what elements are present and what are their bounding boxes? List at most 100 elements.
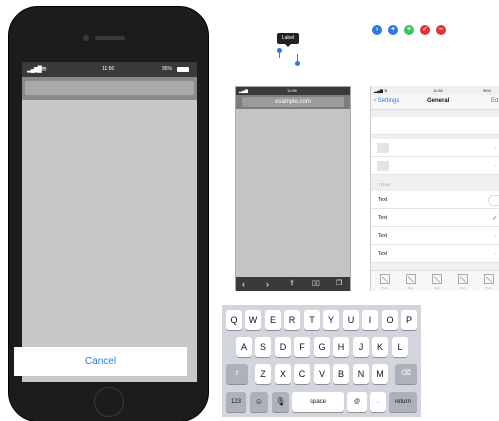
toggle-switch[interactable] — [488, 195, 499, 206]
address-field[interactable] — [25, 81, 194, 95]
space-key[interactable]: space — [292, 392, 344, 412]
dot-key[interactable]: . — [370, 392, 386, 412]
label-tooltip: Label — [277, 33, 299, 47]
tab-placeholder-icon[interactable] — [484, 274, 494, 284]
key-v[interactable]: V — [314, 364, 330, 384]
key-d[interactable]: D — [275, 337, 291, 357]
delete-key-icon[interactable]: ⌫ — [395, 364, 417, 384]
wifi-icon: ≋ — [41, 66, 47, 73]
arrow-right-circle-icon[interactable]: › — [372, 25, 382, 35]
key-e[interactable]: E — [265, 310, 281, 330]
edit-button[interactable]: Ed — [491, 98, 498, 104]
settings-group: Text Text ✓ Text › Text › — [371, 191, 499, 263]
speaker-grille — [95, 36, 125, 40]
key-q[interactable]: Q — [226, 310, 242, 330]
plus-circle-icon[interactable]: + — [388, 25, 398, 35]
browser-toolbar: ‹ › ⇪ ▯▯ ❐ — [236, 277, 350, 291]
key-f[interactable]: F — [294, 337, 310, 357]
tab-label: Text — [408, 286, 414, 290]
key-x[interactable]: X — [275, 364, 291, 384]
at-key[interactable]: @ — [347, 392, 367, 412]
key-n[interactable]: N — [353, 364, 369, 384]
status-time: 11:56 — [433, 88, 443, 93]
key-p[interactable]: P — [401, 310, 417, 330]
minus-circle-icon[interactable]: – — [436, 25, 446, 35]
url-field[interactable]: example.com — [242, 97, 344, 107]
thumbnail — [377, 161, 389, 171]
row-label: Text — [378, 233, 388, 239]
bookmarks-icon[interactable]: ▯▯ — [312, 278, 320, 290]
tab-placeholder-icon[interactable] — [458, 274, 468, 284]
add-circle-icon[interactable]: + — [404, 25, 414, 35]
pin-handle-icon[interactable] — [277, 48, 282, 53]
key-r[interactable]: R — [284, 310, 300, 330]
tab-placeholder-icon[interactable] — [432, 274, 442, 284]
pin-handle-icon[interactable] — [295, 61, 300, 66]
pin-stem — [297, 54, 298, 61]
status-time: 11:56 — [287, 88, 297, 93]
settings-group: › › — [371, 139, 499, 175]
key-k[interactable]: K — [372, 337, 388, 357]
check-circle-icon[interactable]: ✓ — [420, 25, 430, 35]
key-b[interactable]: B — [333, 364, 349, 384]
list-item[interactable] — [371, 117, 499, 135]
camera-icon — [83, 35, 89, 41]
key-j[interactable]: J — [353, 337, 369, 357]
list-item[interactable]: Text ✓ — [371, 209, 499, 227]
back-icon[interactable]: ‹ — [242, 278, 245, 290]
return-key[interactable]: return — [389, 392, 417, 412]
tab-label: Text — [460, 286, 466, 290]
back-button[interactable]: ‹ Settings — [374, 98, 399, 104]
status-bar: ▂▄▆ ≋ 11:56 96% — [371, 86, 499, 95]
key-a[interactable]: A — [236, 337, 252, 357]
list-item[interactable]: Text — [371, 191, 499, 209]
browser-screen: ▂▄▆ 11:56 example.com ‹ › ⇪ ▯▯ ❐ — [235, 86, 351, 291]
battery-percent: 95% — [162, 66, 173, 72]
section-header: TITLE — [378, 182, 391, 187]
key-t[interactable]: T — [304, 310, 320, 330]
key-l[interactable]: L — [392, 337, 408, 357]
key-c[interactable]: C — [294, 364, 310, 384]
row-label: Text — [378, 197, 388, 203]
tabs-icon[interactable]: ❐ — [336, 278, 342, 290]
microphone-key-icon[interactable]: 🎙 — [272, 392, 289, 412]
numbers-key[interactable]: 123 — [226, 392, 246, 412]
shift-key[interactable]: ⇧ — [226, 364, 248, 384]
key-z[interactable]: Z — [255, 364, 271, 384]
tab-label: Text — [434, 286, 440, 290]
keyboard: Q W E R T Y U I O P A S D F G H J K L ⇧ … — [222, 305, 421, 417]
status-bar: ▂▄▆ 11:56 — [236, 87, 350, 95]
list-item[interactable]: Text › — [371, 227, 499, 245]
navigation-bar: ‹ Settings General Ed — [371, 95, 499, 110]
address-bar — [22, 77, 197, 100]
row-label: Text — [378, 251, 388, 257]
key-s[interactable]: S — [255, 337, 271, 357]
share-icon[interactable]: ⇪ — [289, 278, 295, 290]
key-u[interactable]: U — [343, 310, 359, 330]
emoji-key-icon[interactable]: ☺ — [250, 392, 268, 412]
key-i[interactable]: I — [362, 310, 378, 330]
chevron-right-icon: › — [494, 251, 496, 257]
cancel-button[interactable]: Cancel — [14, 347, 187, 376]
home-button[interactable] — [94, 387, 124, 417]
list-item[interactable]: › — [371, 139, 499, 157]
tab-label: Text — [486, 286, 492, 290]
key-y[interactable]: Y — [323, 310, 339, 330]
tab-placeholder-icon[interactable] — [406, 274, 416, 284]
key-w[interactable]: W — [245, 310, 261, 330]
status-time: 11:56 — [102, 66, 115, 72]
key-m[interactable]: M — [372, 364, 388, 384]
signal-icon: ▂▄▆ ≋ — [374, 88, 388, 93]
chevron-right-icon: › — [494, 233, 496, 239]
tab-label: Text — [382, 286, 388, 290]
list-item[interactable]: › — [371, 157, 499, 175]
signal-icon: ▂▄▆ — [239, 88, 248, 93]
list-item[interactable]: Text › — [371, 245, 499, 263]
checkmark-icon: ✓ — [492, 215, 498, 222]
forward-icon[interactable]: › — [266, 278, 269, 290]
key-h[interactable]: H — [333, 337, 349, 357]
key-g[interactable]: G — [314, 337, 330, 357]
tab-bar: Text Text Text Text Text — [371, 270, 499, 291]
key-o[interactable]: O — [382, 310, 398, 330]
tab-placeholder-icon[interactable] — [380, 274, 390, 284]
